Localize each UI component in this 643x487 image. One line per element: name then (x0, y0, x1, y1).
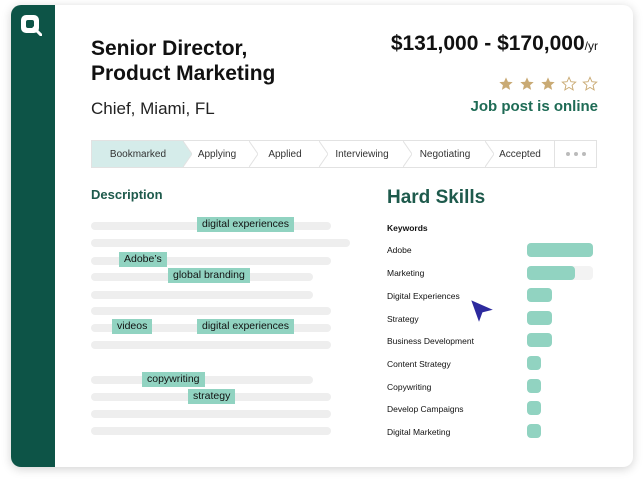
dot-icon (565, 152, 570, 156)
step-applying[interactable]: Applying (184, 141, 258, 167)
step-chevron-icon (403, 141, 412, 167)
more-steps-button[interactable] (554, 141, 596, 167)
skill-name: Develop Campaigns (387, 404, 464, 414)
salary-amount: $131,000 - $170,000 (390, 32, 585, 55)
step-label: Applied (268, 148, 302, 160)
job-status: Job post is online (470, 98, 598, 115)
step-label: Bookmarked (109, 148, 167, 160)
star-icon[interactable] (519, 76, 535, 92)
step-label: Accepted (499, 148, 541, 160)
text-line (91, 307, 331, 315)
text-line (91, 291, 313, 299)
step-bookmarked[interactable]: Bookmarked (92, 141, 192, 167)
skill-bar (527, 379, 541, 393)
text-line (91, 341, 331, 349)
step-chevron-icon (485, 141, 494, 167)
step-chevron-icon (249, 141, 258, 167)
hard-skills-heading: Hard Skills (387, 187, 486, 208)
star-icon[interactable] (498, 76, 514, 92)
step-label: Negotiating (419, 148, 471, 160)
text-line (91, 410, 331, 418)
star-icon[interactable] (540, 76, 556, 92)
skill-bar (527, 243, 593, 257)
dot-icon (573, 152, 578, 156)
skill-name: Digital Experiences (387, 291, 460, 301)
step-chevron-icon (183, 141, 192, 167)
cursor-icon (469, 298, 496, 325)
skill-name: Strategy (387, 314, 419, 324)
step-label: Interviewing (335, 148, 389, 160)
job-title-line1: Senior Director, (91, 37, 248, 60)
step-negotiating[interactable]: Negotiating (404, 141, 494, 167)
keyword-tag: global branding (168, 268, 250, 283)
skill-bar (527, 288, 552, 302)
skill-name: Digital Marketing (387, 427, 451, 437)
application-pipeline: Bookmarked Applying Applied Interviewing… (91, 140, 597, 168)
step-interviewing[interactable]: Interviewing (320, 141, 412, 167)
keywords-label: Keywords (387, 223, 428, 233)
salary-range: $131,000 - $170,000/yr (391, 32, 598, 56)
app-logo-icon[interactable] (20, 14, 42, 36)
star-icon[interactable] (561, 76, 577, 92)
keyword-tag: digital experiences (197, 217, 294, 232)
skill-bar (527, 356, 541, 370)
keyword-tag: digital experiences (197, 319, 294, 334)
side-rail (11, 5, 55, 467)
skill-bar (527, 266, 575, 280)
dot-icon (581, 152, 586, 156)
keyword-tag: strategy (188, 389, 236, 404)
skill-name: Adobe (387, 245, 412, 255)
keyword-tag: videos (112, 319, 153, 334)
job-location: Chief, Miami, FL (91, 99, 215, 118)
salary-unit: /yr (584, 39, 598, 53)
keyword-tag: copywriting (142, 372, 205, 387)
job-title: Senior Director, Product Marketing (91, 36, 275, 86)
job-title-line2: Product Marketing (91, 62, 276, 85)
rating-stars[interactable] (498, 76, 598, 92)
keyword-tag: Adobe’s (119, 252, 167, 267)
skill-name: Marketing (387, 268, 425, 278)
description-heading: Description (91, 187, 163, 202)
skill-name: Copywriting (387, 382, 432, 392)
skill-bar (527, 311, 552, 325)
job-card: Senior Director, Product Marketing Chief… (11, 5, 633, 467)
text-line (91, 427, 331, 435)
skill-name: Content Strategy (387, 359, 451, 369)
text-line (91, 239, 350, 247)
step-label: Applying (197, 148, 237, 160)
step-accepted[interactable]: Accepted (486, 141, 554, 167)
skill-bar (527, 424, 541, 438)
skill-bar (527, 333, 552, 347)
star-icon[interactable] (582, 76, 598, 92)
skill-bar (527, 401, 541, 415)
step-chevron-icon (319, 141, 328, 167)
step-applied[interactable]: Applied (250, 141, 328, 167)
skill-name: Business Development (387, 336, 474, 346)
